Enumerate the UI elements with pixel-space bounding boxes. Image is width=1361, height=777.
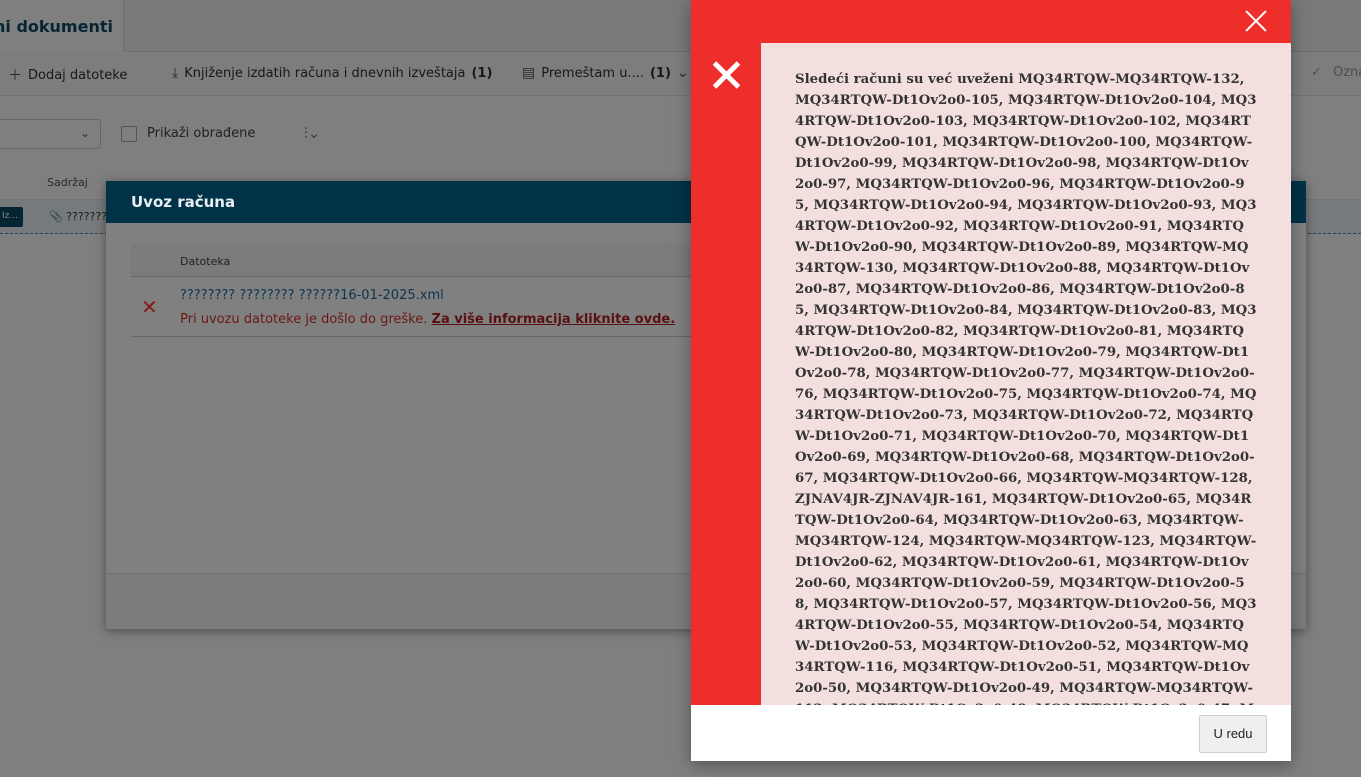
error-icon — [713, 61, 741, 89]
column-file: Datoteka — [180, 255, 231, 268]
file-row: ✕ ???????? ???????? ??????16-01-2025.xml… — [131, 277, 731, 337]
ok-button[interactable]: U redu — [1199, 715, 1267, 753]
file-name: ???????? ???????? ??????16-01-2025.xml — [180, 288, 444, 303]
error-message: Sledeći računi su već uveženi MQ34RTQW-M… — [795, 72, 1257, 738]
more-info-link[interactable]: Za više informacija kliknite ovde. — [432, 312, 676, 327]
import-error-message: Pri uvozu datoteke je došlo do greške. — [180, 312, 428, 327]
error-dialog: Sledeći računi su već uveženi MQ34RTQW-M… — [691, 0, 1291, 761]
close-icon[interactable] — [1243, 8, 1269, 34]
file-table: Datoteka ✕ ???????? ???????? ??????16-01… — [131, 243, 731, 337]
error-sidebar — [691, 43, 761, 705]
import-modal-title: Uvoz računa — [131, 193, 236, 211]
error-content: Sledeći računi su već uveženi MQ34RTQW-M… — [761, 43, 1291, 738]
error-x-icon: ✕ — [141, 295, 158, 319]
file-table-header: Datoteka — [131, 243, 731, 277]
app-background: ni dokumenti ＋ Dodaj datoteke ⤓ Knjiženj… — [0, 0, 1361, 777]
import-error-text: Pri uvozu datoteke je došlo do greške. Z… — [180, 312, 675, 327]
error-dialog-footer: U redu — [691, 705, 1291, 761]
error-dialog-header — [691, 0, 1291, 43]
